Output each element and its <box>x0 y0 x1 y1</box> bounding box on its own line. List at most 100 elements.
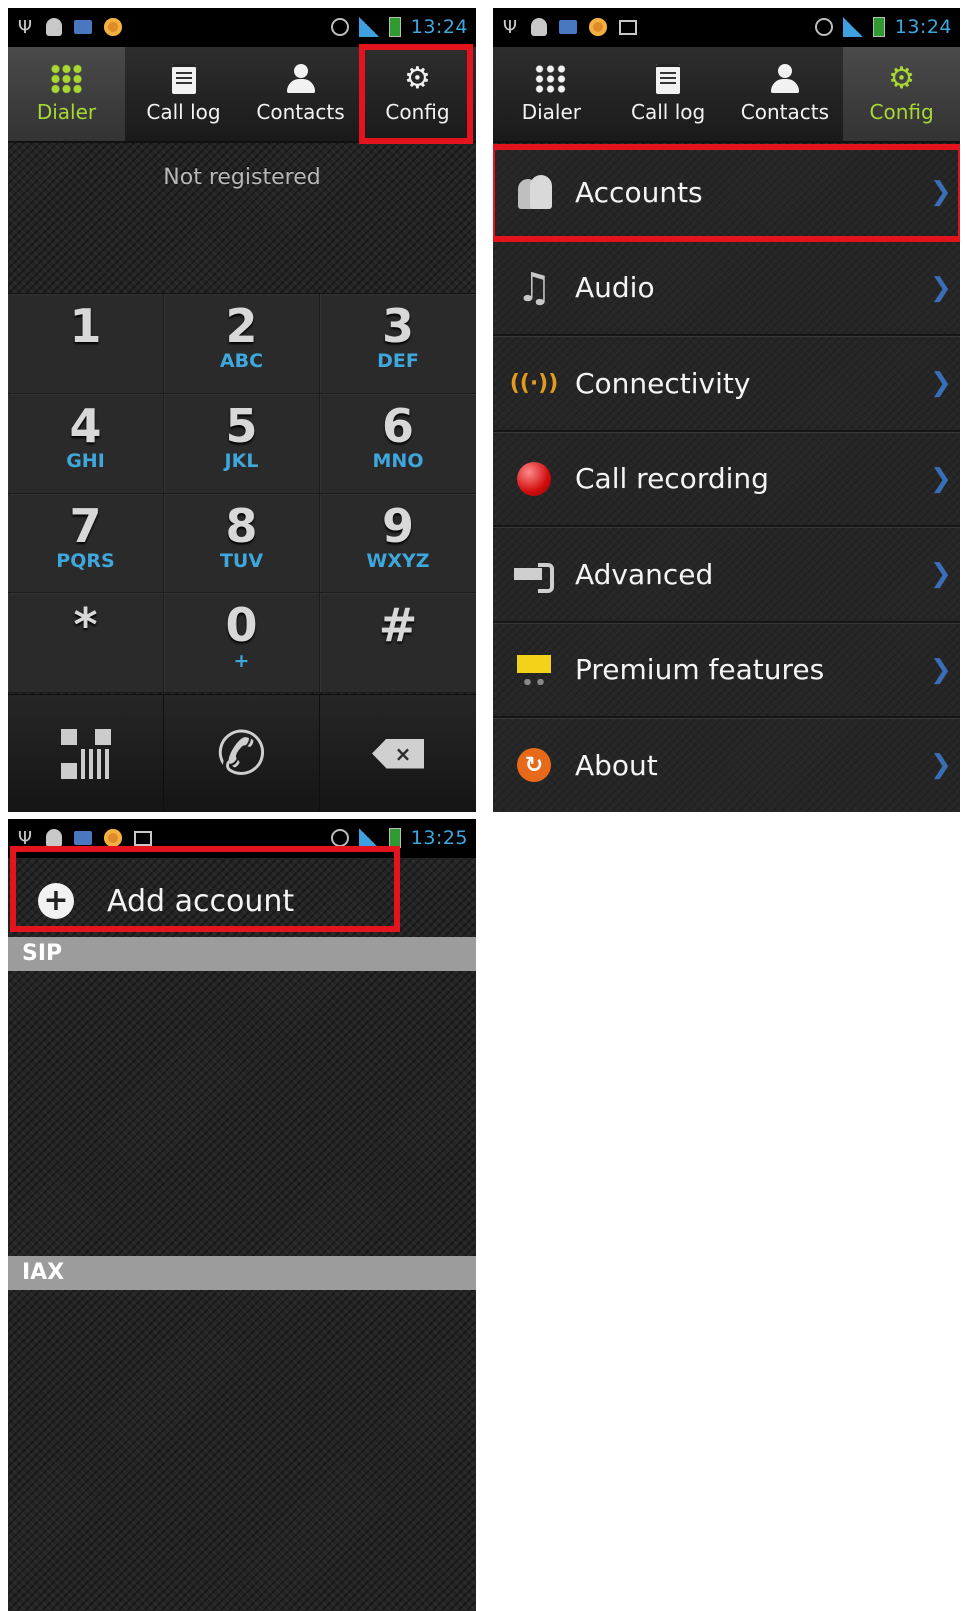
qr-code-button[interactable] <box>8 695 164 812</box>
menu-item-label: Accounts <box>575 175 703 209</box>
add-account-button[interactable]: + Add account <box>8 858 476 944</box>
cart-icon <box>517 654 551 685</box>
chevron-right-icon: ❯ <box>930 750 952 781</box>
menu-item-connectivity[interactable]: ((·)) Connectivity ❯ <box>493 336 960 432</box>
menu-item-accounts[interactable]: Accounts ❯ <box>493 145 960 241</box>
menu-item-advanced[interactable]: Advanced ❯ <box>493 527 960 623</box>
key-digit: 1 <box>69 299 102 353</box>
key-hash[interactable]: # <box>320 593 476 693</box>
qr-code-icon <box>60 728 111 779</box>
alarm-icon <box>330 18 349 36</box>
chevron-right-icon: ❯ <box>930 177 952 208</box>
usb-icon <box>501 17 519 37</box>
battery-icon <box>872 17 885 37</box>
chevron-right-icon: ❯ <box>930 559 952 590</box>
tab-label: Config <box>385 100 450 124</box>
key-digit: 2 <box>225 299 258 353</box>
menu-item-call-recording[interactable]: Call recording ❯ <box>493 431 960 527</box>
status-bar: 13:24 <box>8 8 476 47</box>
key-5[interactable]: 5 JKL <box>164 393 320 494</box>
key-digit: 6 <box>381 398 414 453</box>
key-letters: WXYZ <box>366 549 430 572</box>
tab-label: Contacts <box>256 100 345 124</box>
chevron-right-icon: ❯ <box>930 368 952 399</box>
menu-item-label: Call recording <box>575 462 769 496</box>
menu-item-label: Connectivity <box>575 366 751 400</box>
menu-item-audio[interactable]: ♫ Audio ❯ <box>493 240 960 336</box>
android-debug-icon <box>46 18 62 36</box>
menu-item-label: Premium features <box>575 653 825 687</box>
config-menu: Accounts ❯ ♫ Audio ❯ ((·)) Connectivity … <box>493 145 960 812</box>
wrench-icon <box>514 563 554 594</box>
tab-contacts[interactable]: Contacts <box>727 47 844 141</box>
contacts-icon <box>768 64 802 94</box>
app-notification-icon <box>104 18 122 36</box>
menu-item-label: Audio <box>575 271 655 305</box>
call-log-icon <box>171 64 196 94</box>
key-letters: + <box>233 649 250 672</box>
key-digit: 4 <box>69 398 102 453</box>
key-9[interactable]: 9 WXYZ <box>320 494 476 594</box>
battery-icon <box>388 17 401 37</box>
key-letters: PQRS <box>56 549 115 572</box>
key-8[interactable]: 8 TUV <box>164 493 320 594</box>
menu-item-label: About <box>575 748 658 782</box>
dialpad-icon <box>534 64 569 94</box>
key-4[interactable]: 4 GHI <box>8 393 164 494</box>
alarm-icon <box>330 829 349 847</box>
music-note-icon: ♫ <box>516 264 552 311</box>
key-star[interactable]: * <box>8 593 164 693</box>
status-time: 13:24 <box>894 16 952 38</box>
tab-contacts[interactable]: Contacts <box>242 47 359 141</box>
tab-call-log[interactable]: Call log <box>610 47 727 141</box>
signal-icon <box>358 828 379 848</box>
section-header-sip: SIP <box>8 937 476 971</box>
backspace-button[interactable]: × <box>320 695 476 812</box>
key-1[interactable]: 1 <box>8 294 164 394</box>
android-debug-icon <box>46 829 62 847</box>
section-header-iax: IAX <box>8 1256 476 1290</box>
dialer-action-bar: ✆ × <box>8 694 476 812</box>
contacts-icon <box>284 64 318 94</box>
key-letters: DEF <box>377 350 419 373</box>
key-2[interactable]: 2 ABC <box>164 294 320 394</box>
config-screen: 13:24 Dialer Call log Contacts ⚙ Config … <box>493 8 960 812</box>
status-bar: 13:24 <box>493 8 960 47</box>
dialpad-icon <box>49 64 84 94</box>
tab-label: Dialer <box>521 100 582 124</box>
tab-dialer[interactable]: Dialer <box>8 47 125 141</box>
picture-icon <box>134 830 152 846</box>
tab-dialer[interactable]: Dialer <box>493 47 610 141</box>
key-0[interactable]: 0 + <box>164 593 320 693</box>
status-bar: 13:25 <box>8 819 476 858</box>
key-6[interactable]: 6 MNO <box>320 394 476 494</box>
usb-icon <box>16 17 34 37</box>
call-button[interactable]: ✆ <box>164 695 320 812</box>
plus-circle-icon: + <box>38 883 74 919</box>
key-letters: ABC <box>219 350 264 373</box>
picture-icon <box>619 19 637 35</box>
key-letters: TUV <box>219 549 264 572</box>
gear-icon: ⚙ <box>404 61 431 96</box>
key-digit: 7 <box>69 498 102 553</box>
call-icon: ✆ <box>210 714 273 793</box>
tab-call-log[interactable]: Call log <box>125 47 242 141</box>
status-time: 13:25 <box>410 827 468 849</box>
menu-item-premium-features[interactable]: Premium features ❯ <box>493 622 960 718</box>
key-3[interactable]: 3 DEF <box>320 294 476 394</box>
key-letters: GHI <box>66 450 105 473</box>
signal-icon <box>358 17 379 37</box>
key-digit: 9 <box>381 498 414 553</box>
key-7[interactable]: 7 PQRS <box>8 493 164 594</box>
tab-label: Call log <box>146 100 221 124</box>
accounts-screen: 13:25 + Add account SIP IAX <box>8 819 476 1611</box>
message-icon <box>74 831 92 845</box>
tab-label: Config <box>869 100 934 124</box>
about-icon: ↻ <box>517 748 551 783</box>
tab-label: Dialer <box>36 100 97 124</box>
alarm-icon <box>814 18 833 36</box>
key-digit: * <box>73 598 98 653</box>
tab-config[interactable]: ⚙ Config <box>359 47 476 141</box>
menu-item-about[interactable]: ↻ About ❯ <box>493 718 960 812</box>
tab-config[interactable]: ⚙ Config <box>843 47 960 141</box>
